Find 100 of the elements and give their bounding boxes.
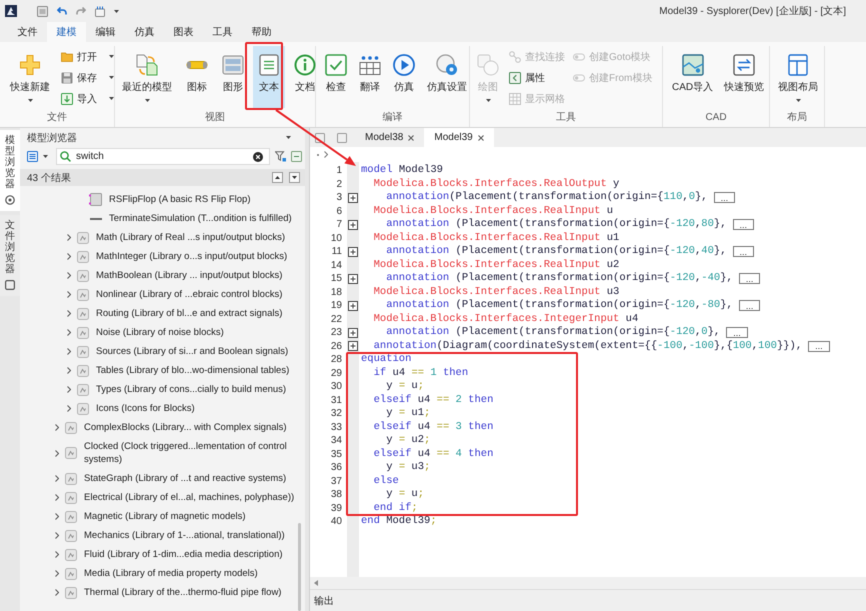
tree-item[interactable]: Sources (Library of si...r and Boolean signals) [96,345,288,358]
side-tab[interactable]: 文件浏览器 [0,215,20,296]
clipboard-icon[interactable] [95,6,105,16]
tree-item[interactable]: MathInteger (Library o...s input/output blocks) [96,250,288,263]
menu-tab[interactable]: 图表 [164,22,203,42]
ribbon-button[interactable]: 最近的模型 [117,46,177,108]
menu-tab[interactable]: 工具 [203,22,242,42]
horizontal-scrollbar[interactable] [310,577,866,589]
ribbon-button[interactable]: 图形 [217,46,249,108]
scrollbar-thumb[interactable] [298,523,301,611]
ribbon-button[interactable]: 快速预览 [719,46,770,108]
code-line: end Model39; [361,515,437,528]
filter-icon[interactable] [275,151,286,162]
chevron-right-icon[interactable] [324,151,328,158]
tree-item[interactable]: ComplexBlocks (Library... with Complex signals) [84,421,287,434]
ribbon-button[interactable]: 文档 [289,46,321,108]
tree-item[interactable]: Icons (Icons for Blocks) [96,402,195,415]
close-icon[interactable] [408,134,414,140]
chevron-right-icon[interactable] [55,450,59,456]
ribbon-button[interactable]: 快速新建 [5,46,55,108]
chevron-right-icon[interactable] [67,310,71,317]
chevron-right-icon[interactable] [55,570,59,577]
expand-icon[interactable] [348,341,358,352]
chevron-right-icon[interactable] [55,589,59,596]
menu-tab[interactable]: 建模 [47,22,86,42]
ribbon-button[interactable]: 属性 [506,67,568,88]
collapsed-code-button[interactable]: ... [808,340,830,352]
collapse-icon[interactable] [291,151,302,162]
collapsed-code-button[interactable]: ... [738,300,760,312]
chevron-right-icon[interactable] [67,405,71,412]
tree-item[interactable]: Electrical (Library of el...al, machines, polyphase)) [84,491,294,504]
tree-item[interactable]: StateGraph (Library of ...t and reactive systems) [84,472,286,485]
tree-item[interactable]: Fluid (Library of 1-dim...edia media description) [84,548,283,561]
collapsed-code-button[interactable]: ... [726,327,748,338]
tree-item[interactable]: Tables (Library of blo...wo-dimensional tables) [96,364,290,377]
tree-item[interactable]: TerminateSimulation (T...ondition is fulfilled) [109,212,292,225]
expand-icon[interactable] [348,300,358,311]
ribbon-button[interactable]: 仿真 [388,46,420,108]
ribbon-button[interactable]: CAD导入 [667,46,718,108]
undo-icon[interactable] [57,7,67,15]
list-view-icon[interactable] [27,151,38,162]
ribbon-button[interactable]: 文本 [253,46,285,108]
collapsed-code-button[interactable]: ... [732,219,754,230]
tree-item[interactable]: Magnetic (Library of magnetic models) [84,510,246,523]
ribbon-button[interactable]: 视图布局 [773,46,823,108]
menu-tab[interactable]: 帮助 [242,22,281,42]
search-field[interactable]: switch [56,148,270,165]
chevron-right-icon[interactable] [55,424,59,431]
next-result-button[interactable] [289,172,300,183]
collapsed-code-button[interactable]: ... [714,192,736,204]
chevron-right-icon[interactable] [67,253,71,260]
square-icon[interactable] [315,132,325,142]
previous-result-button[interactable] [272,172,283,183]
chevron-right-icon[interactable] [55,532,59,539]
ribbon-button[interactable]: 导入 [58,88,117,109]
tree-item[interactable]: Noise (Library of noise blocks) [96,326,224,339]
scroll-left-icon[interactable] [314,580,318,586]
chevron-right-icon[interactable] [67,234,71,241]
collapsed-code-button[interactable]: ... [738,273,760,284]
editor-tab[interactable]: Model39 [424,128,494,147]
chevron-right-icon[interactable] [55,513,59,520]
chevron-right-icon[interactable] [67,272,71,279]
tree-item[interactable]: Thermal (Library of the...thermo-fluid pipe flow) [84,586,282,599]
ribbon-button[interactable]: 打开 [58,46,117,67]
expand-icon[interactable] [348,192,358,203]
side-tab[interactable]: 模型浏览器 [0,130,20,211]
tree-item[interactable]: MathBoolean (Library ... input/output blocks) [96,269,282,282]
chevron-right-icon[interactable] [67,291,71,298]
tree-item[interactable]: Media (Library of media property models) [84,567,258,580]
ribbon-button[interactable]: 检查 [320,46,352,108]
expand-icon[interactable] [348,246,358,257]
close-icon[interactable] [478,134,484,140]
tree-item[interactable]: Clocked (Clock triggered...lementation of control systems) [84,440,298,466]
expand-icon[interactable] [348,274,358,284]
collapsed-code-button[interactable]: ... [732,246,754,258]
ribbon-button[interactable]: 翻译 [354,46,386,108]
tree-item[interactable]: RSFlipFlop (A basic RS Flip Flop) [109,193,250,206]
editor-tab[interactable]: Model38 [355,128,424,147]
tree-item[interactable]: Mechanics (Library of 1-...ational, translational)) [84,529,285,542]
menu-tab[interactable]: 仿真 [125,22,164,42]
clear-icon[interactable] [253,152,263,162]
chevron-right-icon[interactable] [55,551,59,558]
tree-item[interactable]: Routing (Library of bl...e and extract signals) [96,307,282,320]
ribbon-button[interactable]: 保存 [58,67,117,88]
chevron-right-icon[interactable] [67,367,71,374]
ribbon-button[interactable]: 仿真设置 [422,46,472,108]
expand-icon[interactable] [348,220,358,230]
chevron-right-icon[interactable] [67,386,71,393]
ribbon-button[interactable]: 图标 [181,46,213,108]
menu-tab[interactable]: 文件 [8,22,47,42]
chevron-right-icon[interactable] [55,494,59,501]
expand-icon[interactable] [348,328,358,338]
chevron-right-icon[interactable] [67,348,71,355]
chevron-right-icon[interactable] [67,329,71,336]
tree-item[interactable]: Types (Library of cons...cially to build menus) [96,383,286,396]
chevron-right-icon[interactable] [55,475,59,482]
tree-item[interactable]: Math (Library of Real ...s input/output blocks) [96,231,286,244]
window-icon[interactable] [37,6,48,16]
tree-item[interactable]: Nonlinear (Library of ...ebraic control blocks) [96,288,282,301]
menu-tab[interactable]: 编辑 [86,22,125,42]
